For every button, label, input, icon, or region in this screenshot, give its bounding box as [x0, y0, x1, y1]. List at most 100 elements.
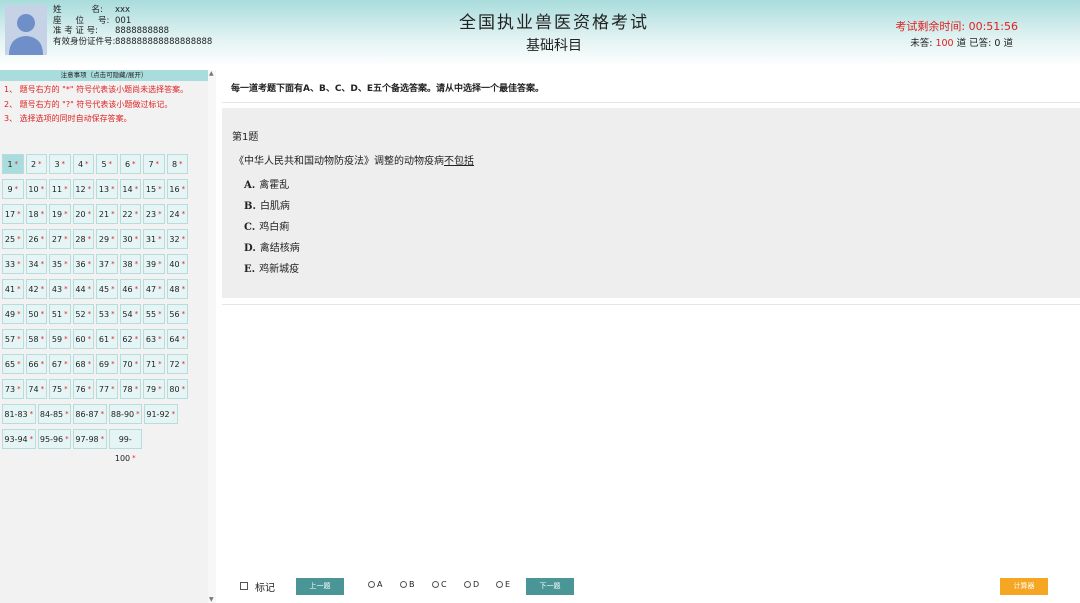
question-nav-item[interactable]: 29 * — [96, 229, 118, 249]
question-nav-item[interactable]: 23 * — [143, 204, 165, 224]
question-nav-item[interactable]: 1 * — [2, 154, 24, 174]
question-nav-item[interactable]: 76 * — [72, 379, 94, 399]
question-nav-item[interactable]: 17 * — [2, 204, 24, 224]
answer-radio-b[interactable]: B — [400, 580, 415, 589]
question-nav-item[interactable]: 49 * — [2, 304, 24, 324]
question-nav-item[interactable]: 75 * — [49, 379, 71, 399]
question-nav-item[interactable]: 36 * — [72, 254, 94, 274]
question-nav-item[interactable]: 11 * — [49, 179, 71, 199]
question-nav-item[interactable]: 6 * — [119, 154, 141, 174]
question-nav-item[interactable]: 28 * — [72, 229, 94, 249]
question-nav-item[interactable]: 9 * — [2, 179, 24, 199]
question-nav-item[interactable]: 31 * — [143, 229, 165, 249]
question-nav-item[interactable]: 3 * — [49, 154, 71, 174]
question-nav-item[interactable]: 16 * — [166, 179, 188, 199]
question-nav-item[interactable]: 34 * — [25, 254, 47, 274]
option-a[interactable]: A. 禽霍乱 — [244, 176, 289, 191]
question-nav-item[interactable]: 40 * — [166, 254, 188, 274]
question-nav-item[interactable]: 44 * — [72, 279, 94, 299]
question-group-nav-item[interactable]: 84-85 * — [37, 404, 71, 424]
question-nav-item[interactable]: 25 * — [2, 229, 24, 249]
question-nav-item[interactable]: 74 * — [25, 379, 47, 399]
option-d[interactable]: D. 禽结核病 — [244, 239, 300, 254]
question-nav-item[interactable]: 4 * — [72, 154, 94, 174]
question-nav-item[interactable]: 14 * — [119, 179, 141, 199]
question-group-nav-item[interactable]: 88-90 * — [108, 404, 142, 424]
question-nav-item[interactable]: 48 * — [166, 279, 188, 299]
question-nav-item[interactable]: 54 * — [119, 304, 141, 324]
question-nav-item[interactable]: 10 * — [25, 179, 47, 199]
calculator-button[interactable]: 计算器 — [1000, 578, 1048, 595]
question-nav-item[interactable]: 13 * — [96, 179, 118, 199]
question-nav-item[interactable]: 22 * — [119, 204, 141, 224]
question-nav-item[interactable]: 72 * — [166, 354, 188, 374]
question-nav-item[interactable]: 50 * — [25, 304, 47, 324]
scroll-up-arrow-icon[interactable]: ▲ — [209, 70, 214, 77]
question-nav-item[interactable]: 73 * — [2, 379, 24, 399]
question-nav-item[interactable]: 33 * — [2, 254, 24, 274]
question-nav-item[interactable]: 55 * — [143, 304, 165, 324]
question-nav-item[interactable]: 52 * — [72, 304, 94, 324]
question-nav-item[interactable]: 32 * — [166, 229, 188, 249]
question-nav-item[interactable]: 67 * — [49, 354, 71, 374]
answer-radio-c[interactable]: C — [432, 580, 447, 589]
question-nav-item[interactable]: 56 * — [166, 304, 188, 324]
question-nav-item[interactable]: 45 * — [96, 279, 118, 299]
question-nav-item[interactable]: 77 * — [96, 379, 118, 399]
question-group-nav-item[interactable]: 95-96 * — [37, 429, 71, 449]
question-group-nav-item[interactable]: 81-83 * — [2, 404, 36, 424]
sidebar-scrollbar[interactable]: ▲ ▼ — [208, 70, 216, 603]
question-group-nav-item[interactable]: 93-94 * — [2, 429, 36, 449]
question-nav-item[interactable]: 61 * — [96, 329, 118, 349]
question-nav-item[interactable]: 63 * — [143, 329, 165, 349]
question-nav-item[interactable]: 53 * — [96, 304, 118, 324]
answer-radio-e[interactable]: E — [496, 580, 510, 589]
question-nav-item[interactable]: 51 * — [49, 304, 71, 324]
question-group-nav-item[interactable]: 86-87 * — [73, 404, 107, 424]
question-group-nav-item[interactable]: 99-100 * — [108, 429, 142, 463]
answer-radio-d[interactable]: D — [464, 580, 479, 589]
question-nav-item[interactable]: 8 * — [166, 154, 188, 174]
question-nav-item[interactable]: 30 * — [119, 229, 141, 249]
question-nav-item[interactable]: 20 * — [72, 204, 94, 224]
question-nav-item[interactable]: 65 * — [2, 354, 24, 374]
question-nav-item[interactable]: 2 * — [25, 154, 47, 174]
question-nav-item[interactable]: 68 * — [72, 354, 94, 374]
question-nav-item[interactable]: 7 * — [143, 154, 165, 174]
question-nav-item[interactable]: 62 * — [119, 329, 141, 349]
mark-checkbox[interactable] — [240, 582, 248, 590]
question-nav-item[interactable]: 79 * — [143, 379, 165, 399]
question-nav-item[interactable]: 21 * — [96, 204, 118, 224]
question-nav-item[interactable]: 35 * — [49, 254, 71, 274]
question-nav-item[interactable]: 43 * — [49, 279, 71, 299]
question-nav-item[interactable]: 69 * — [96, 354, 118, 374]
question-nav-item[interactable]: 70 * — [119, 354, 141, 374]
question-nav-item[interactable]: 58 * — [25, 329, 47, 349]
question-group-nav-item[interactable]: 97-98 * — [73, 429, 107, 449]
notice-toggle[interactable]: 注意事项（点击可隐藏/展开） — [0, 70, 208, 81]
question-nav-item[interactable]: 19 * — [49, 204, 71, 224]
question-nav-item[interactable]: 38 * — [119, 254, 141, 274]
option-e[interactable]: E. 鸡新城疫 — [244, 260, 299, 275]
option-c[interactable]: C. 鸡白痢 — [244, 218, 289, 233]
question-nav-item[interactable]: 71 * — [143, 354, 165, 374]
question-nav-item[interactable]: 41 * — [2, 279, 24, 299]
question-group-nav-item[interactable]: 91-92 * — [144, 404, 178, 424]
question-nav-item[interactable]: 60 * — [72, 329, 94, 349]
question-nav-item[interactable]: 26 * — [25, 229, 47, 249]
option-b[interactable]: B. 白肌病 — [244, 197, 290, 212]
question-nav-item[interactable]: 37 * — [96, 254, 118, 274]
question-nav-item[interactable]: 78 * — [119, 379, 141, 399]
question-nav-item[interactable]: 80 * — [166, 379, 188, 399]
question-nav-item[interactable]: 66 * — [25, 354, 47, 374]
question-nav-item[interactable]: 27 * — [49, 229, 71, 249]
question-nav-item[interactable]: 12 * — [72, 179, 94, 199]
question-nav-item[interactable]: 24 * — [166, 204, 188, 224]
question-nav-item[interactable]: 57 * — [2, 329, 24, 349]
prev-question-button[interactable]: 上一题 — [296, 578, 344, 595]
question-nav-item[interactable]: 64 * — [166, 329, 188, 349]
answer-radio-a[interactable]: A — [368, 580, 382, 589]
next-question-button[interactable]: 下一题 — [526, 578, 574, 595]
scroll-down-arrow-icon[interactable]: ▼ — [209, 596, 214, 603]
question-nav-item[interactable]: 59 * — [49, 329, 71, 349]
